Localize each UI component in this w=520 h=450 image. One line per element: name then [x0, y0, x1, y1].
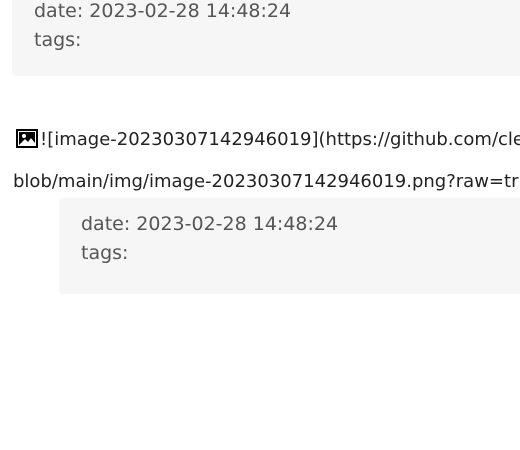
tags-line: tags:	[34, 29, 82, 51]
image-markdown-line-1[interactable]: ![image-20230307142946019](https://githu…	[16, 126, 520, 157]
image-link-text: ![image-20230307142946019](https://githu…	[40, 129, 520, 150]
document-view: date: 2023-02-28 14:48:24 tags: ![image-…	[0, 0, 520, 450]
date-line: date: 2023-02-28 14:48:24	[34, 0, 292, 22]
date-line: date: 2023-02-28 14:48:24	[81, 213, 339, 235]
front-matter-block-top: date: 2023-02-28 14:48:24 tags:	[12, 0, 520, 76]
broken-image-icon	[16, 129, 38, 157]
tags-line: tags:	[81, 242, 129, 264]
image-markdown-line-2[interactable]: blob/main/img/image-20230307142946019.pn…	[13, 168, 518, 196]
front-matter-block-bottom: date: 2023-02-28 14:48:24 tags:	[59, 198, 520, 294]
